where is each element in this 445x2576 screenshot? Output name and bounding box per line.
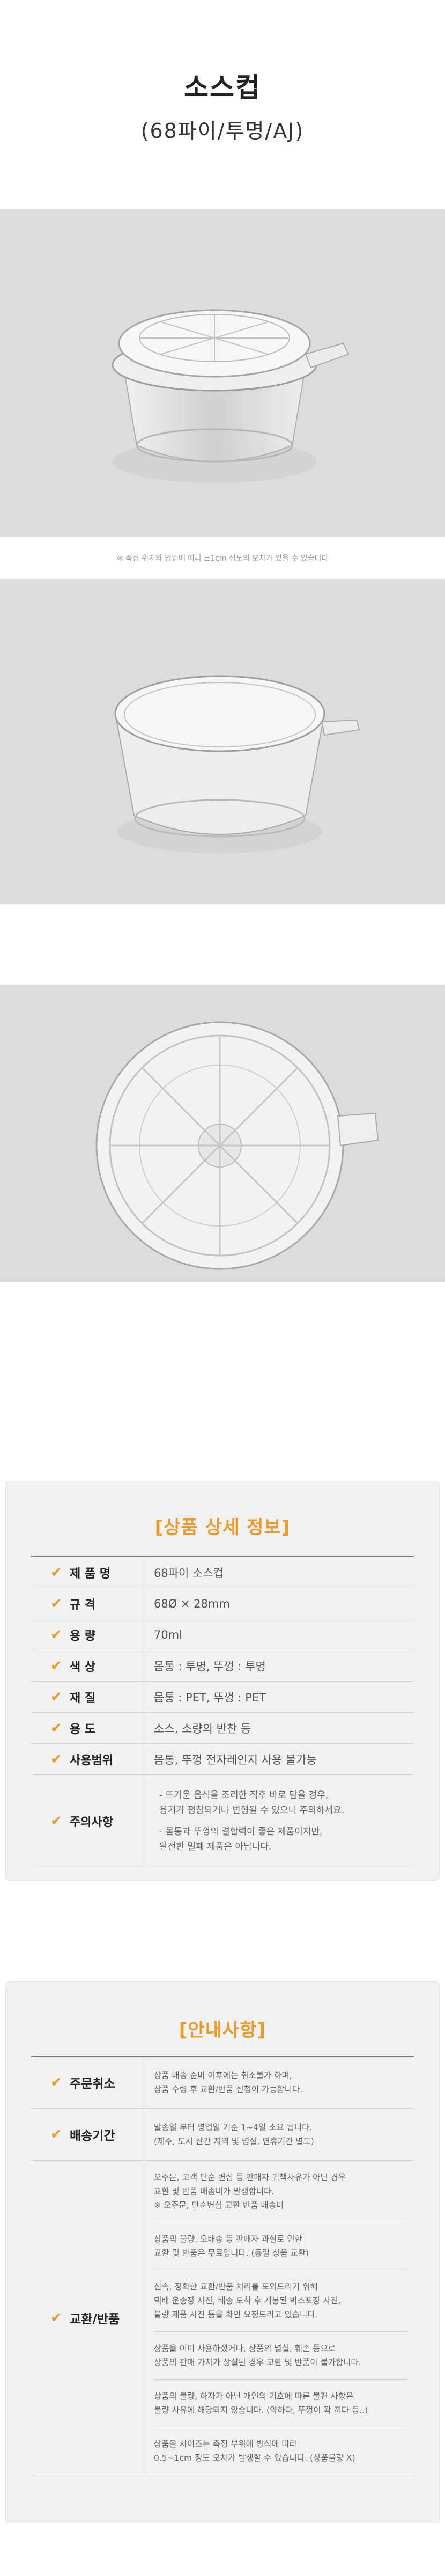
check-icon: ✔ <box>50 1626 62 1643</box>
spec-key: 용 량 <box>70 1629 96 1643</box>
check-icon: ✔ <box>50 1689 62 1705</box>
notice-text: 0.5~1cm 정도 오차가 발생할 수 있습니다. (상품불량 X) <box>154 2453 355 2463</box>
spec-value: 몸통 : 투명, 뚜껑 : 투명 <box>145 1650 414 1681</box>
notice-row-shipping: ✔ 배송기간 발송일 부터 영업일 기준 1~4일 소요 됩니다. (제주, 도서… <box>31 2109 414 2161</box>
notice-text: 신속, 정확한 교환/반품 처리를 도와드리기 위해 <box>154 2282 318 2292</box>
notice-text: 상품을 이미 사용하셨거나, 상품의 멸실, 훼손 등으로 <box>154 2344 336 2353</box>
caution-note: - 뜨거운 음식을 조리한 직후 바로 담을 경우, <box>159 1789 329 1801</box>
spec-row-capacity: ✔ 용 량 70ml <box>31 1619 414 1650</box>
spec-key: 사용범위 <box>70 1753 113 1767</box>
notice-text: ※ 오주문, 단순변심 교환 반품 배송비 <box>154 2200 284 2210</box>
notice-text: 오주문, 고객 단순 변심 등 판매자 귀책사유가 아닌 경우 <box>154 2173 346 2182</box>
notice-text: 상품의 판매 가치가 상실된 경우 교환 및 반품이 불가합니다. <box>154 2358 361 2367</box>
check-icon: ✔ <box>50 1595 62 1612</box>
notice-key: 배송기간 <box>70 2129 115 2143</box>
check-icon: ✔ <box>50 1751 62 1767</box>
spec-row-name: ✔ 제 품 명 68파이 소스컵 <box>31 1557 414 1588</box>
check-icon: ✔ <box>50 2126 62 2142</box>
notice-text: 교환 및 반품 배송비가 발생합니다. <box>154 2186 275 2196</box>
caution-note: 용기가 평창되거나 변형될 수 있으니 주의하세요. <box>159 1804 345 1816</box>
caution-note: - 몸통과 뚜껑의 결합력이 좋은 제품이지만, <box>159 1826 323 1837</box>
notice-text: 불량 사유에 해당되지 않습니다. (약하다, 뚜껑이 꽉 끼다 등..) <box>154 2405 368 2415</box>
product-spec-panel: [상품 상세 정보] ✔ 제 품 명 68파이 소스컵 ✔ 규 격 68Ø × 28… <box>5 1481 440 1881</box>
check-icon: ✔ <box>50 1564 62 1581</box>
spec-key: 주의사항 <box>70 1815 113 1829</box>
notice-text: 택배 운송장 사진, 배송 도착 후 개봉된 박스포장 사진, <box>154 2296 341 2306</box>
product-photo-lid-top <box>0 985 445 1282</box>
page-bottom-space <box>0 2523 445 2545</box>
product-subtitle: (68파이/투명/AJ) <box>140 119 305 143</box>
spec-row-material: ✔ 재 질 몸통 : PET, 뚜껑 : PET <box>31 1682 414 1713</box>
spec-row-range: ✔ 사용범위 몸통, 뚜껑 전자레인지 사용 불가능 <box>31 1744 414 1775</box>
notice-key: 주문취소 <box>70 2077 115 2091</box>
spec-key: 제 품 명 <box>70 1567 111 1581</box>
spec-title: [상품 상세 정보] <box>154 1517 291 1538</box>
spec-value: 몸통 : PET, 뚜껑 : PET <box>145 1682 414 1712</box>
spec-value: 70ml <box>145 1619 414 1650</box>
spec-row-color: ✔ 색 상 몸통 : 투명, 뚜껑 : 투명 <box>31 1650 414 1682</box>
notice-text: 상품을 사이즈는 측정 부위에 방식에 따라 <box>154 2439 298 2449</box>
product-title: 소스컵 <box>184 71 261 103</box>
spec-row-caution: ✔ 주의사항 - 뜨거운 음식을 조리한 직후 바로 담을 경우, 용기가 평창되… <box>31 1775 414 1867</box>
spec-table: ✔ 제 품 명 68파이 소스컵 ✔ 규 격 68Ø × 28mm ✔ 용 량 70m… <box>31 1556 414 1867</box>
notice-text: 교환 및 반품은 무료입니다. (동일 상품 교환) <box>154 2248 309 2258</box>
spec-value: 68Ø × 28mm <box>145 1588 414 1619</box>
notice-table: ✔ 주문취소 상품 배송 준비 이후에는 취소불가 하며, 상품 수령 후 교환/… <box>31 2056 414 2475</box>
notice-text: 불량 제품 사진 등을 확인 요청드리고 있습니다. <box>154 2310 318 2320</box>
notice-panel: [안내사항] ✔ 주문취소 상품 배송 준비 이후에는 취소불가 하며, 상품 수… <box>5 1981 440 2523</box>
notice-text: 상품 수령 후 교환/반품 신청이 가능합니다. <box>154 2085 303 2094</box>
notice-title: [안내사항] <box>179 2020 266 2041</box>
notice-row-return: ✔ 교환/반품 오주문, 고객 단순 변심 등 판매자 귀책사유가 아닌 경우 교… <box>31 2161 414 2475</box>
spec-value: 소스, 소량의 반찬 등 <box>145 1713 414 1743</box>
notice-key: 교환/반품 <box>70 2312 120 2327</box>
spec-value: 몸통, 뚜껑 전자레인지 사용 불가능 <box>145 1744 414 1774</box>
product-photo-side-with-lid <box>0 209 445 537</box>
check-icon: ✔ <box>50 2074 62 2090</box>
caution-note: 완전한 밀폐 제품은 아닙니다. <box>159 1841 272 1852</box>
notice-text: 발송일 부터 영업일 기준 1~4일 소요 됩니다. <box>154 2123 313 2132</box>
check-icon: ✔ <box>50 2309 62 2326</box>
spec-key: 용 도 <box>70 1722 96 1736</box>
check-icon: ✔ <box>50 1812 62 1829</box>
spec-row-usage: ✔ 용 도 소스, 소량의 반찬 등 <box>31 1713 414 1744</box>
measurement-caption: ※ 측정 위치와 방법에 따라 ±1cm 정도의 오차가 있을 수 있습니다 <box>116 554 329 563</box>
product-header: 소스컵 (68파이/투명/AJ) <box>0 0 445 209</box>
product-photo-side <box>0 579 445 904</box>
notice-text: 상품 배송 준비 이후에는 취소불가 하며, <box>154 2071 292 2080</box>
check-icon: ✔ <box>50 1657 62 1674</box>
spec-value: 68파이 소스컵 <box>145 1557 414 1588</box>
spec-key: 규 격 <box>70 1598 96 1612</box>
notice-text: (제주, 도서 산간 지역 및 명절, 연휴기간 별도) <box>154 2137 314 2146</box>
notice-text: 상품의 불량, 하자가 아닌 개인의 기호에 따른 불편 사항은 <box>154 2391 354 2401</box>
notice-text: 상품의 불량, 오배송 등 판매자 과실로 인한 <box>154 2234 302 2244</box>
spec-key: 색 상 <box>70 1660 96 1674</box>
spec-row-size: ✔ 규 격 68Ø × 28mm <box>31 1588 414 1619</box>
notice-row-cancel: ✔ 주문취소 상품 배송 준비 이후에는 취소불가 하며, 상품 수령 후 교환/… <box>31 2057 414 2109</box>
check-icon: ✔ <box>50 1720 62 1736</box>
spec-key: 재 질 <box>70 1691 96 1705</box>
